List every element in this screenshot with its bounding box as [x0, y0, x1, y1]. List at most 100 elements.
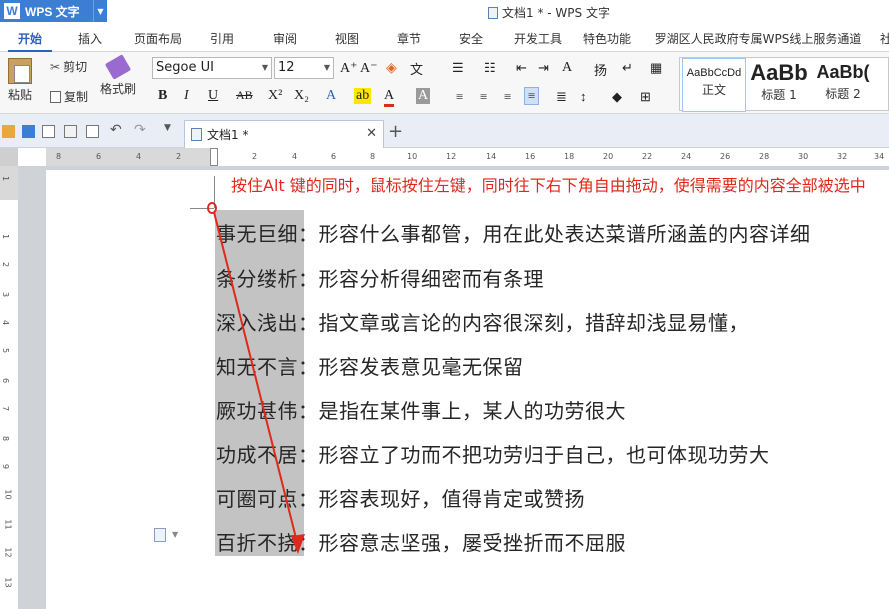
ruler-tick: 20 — [603, 152, 614, 161]
ribbon-home: 粘贴 ✂ 剪切 复制 格式刷 Segoe UI ▼ 12 ▼ A⁺ A⁻ ◈ 文… — [0, 52, 889, 114]
ruler-tick: 8 — [370, 152, 376, 161]
style-normal[interactable]: AaBbCcDd 正文 — [682, 58, 746, 112]
ruler-tick: 10 — [407, 152, 418, 161]
align-right-icon[interactable]: ≡ — [504, 89, 511, 105]
style-heading-1-sample: AaBb — [750, 60, 808, 85]
tab-service-channel[interactable]: 罗湖区人民政府专属WPS线上服务通道 — [650, 26, 866, 52]
ruler-tick: 32 — [837, 152, 848, 161]
print-icon[interactable] — [64, 125, 77, 138]
ruler-tick: 12 — [3, 547, 13, 558]
chinese-layout-icon[interactable]: A — [562, 60, 572, 76]
phonetic-icon[interactable]: 文 — [410, 59, 423, 78]
text-effect-icon[interactable]: A — [326, 88, 336, 104]
tab-view[interactable]: 视图 — [325, 26, 369, 52]
indent-marker-icon[interactable] — [210, 148, 218, 166]
undo-icon[interactable]: ↶ — [110, 122, 123, 138]
sort-icon[interactable]: 扬 — [594, 60, 607, 79]
tab-review[interactable]: 审阅 — [263, 26, 307, 52]
tab-developer[interactable]: 开发工具 — [509, 26, 567, 52]
superscript-icon[interactable]: X² — [268, 88, 282, 104]
grow-font-icon[interactable]: A⁺ — [340, 60, 358, 77]
align-left-icon[interactable]: ≡ — [456, 89, 463, 105]
char-shading-icon[interactable]: A — [416, 88, 431, 104]
ruler-tick: 10 — [3, 489, 13, 500]
ruler-tick: 12 — [446, 152, 457, 161]
paste-button[interactable]: 粘贴 — [8, 58, 32, 103]
shrink-font-icon[interactable]: A⁻ — [360, 60, 378, 77]
bullets-icon[interactable]: ☰ — [452, 60, 464, 76]
show-marks-icon[interactable]: ↵ — [622, 60, 633, 76]
ruler-tick: 1 — [1, 175, 11, 182]
new-tab-icon[interactable]: + — [388, 121, 403, 142]
ruler-tick: 9 — [1, 463, 11, 470]
vertical-ruler[interactable]: 1 1 2 3 4 5 6 7 8 9 10 11 12 13 — [0, 166, 18, 609]
font-size-select[interactable]: 12 ▼ — [274, 57, 334, 79]
doc-tab[interactable]: 文档1 * ✕ — [184, 120, 384, 148]
tab-special[interactable]: 特色功能 — [578, 26, 636, 52]
cut-button[interactable]: ✂ 剪切 — [50, 58, 87, 75]
redo-icon[interactable]: ↷ — [134, 122, 147, 138]
subscript-icon[interactable]: X₂ — [294, 88, 309, 104]
open-folder-icon[interactable] — [2, 125, 15, 138]
cut-label: 剪切 — [63, 60, 88, 74]
align-center-icon[interactable]: ≡ — [480, 89, 487, 105]
format-painter-button[interactable]: 格式刷 — [100, 54, 136, 97]
ribbon-tabs: 开始 插入 页面布局 引用 审阅 视图 章节 安全 开发工具 特色功能 罗湖区人… — [0, 26, 889, 52]
ruler-tick: 2 — [1, 261, 11, 268]
line-spacing-icon[interactable]: ↕ — [580, 89, 587, 105]
horizontal-ruler[interactable]: 8 6 4 2 2 4 6 8 10 12 14 16 18 20 22 24 … — [46, 148, 889, 166]
style-normal-name: 正文 — [701, 83, 726, 97]
tab-references[interactable]: 引用 — [200, 26, 244, 52]
strikethrough-icon[interactable]: AB — [236, 88, 253, 103]
style-heading-1[interactable]: AaBb 标题 1 — [748, 58, 810, 112]
ruler-tick: 3 — [1, 291, 11, 298]
close-icon[interactable]: ✕ — [366, 126, 377, 141]
paste-label: 粘贴 — [8, 88, 33, 102]
numbering-icon[interactable]: ☷ — [484, 60, 496, 76]
ruler-tick: 4 — [1, 319, 11, 326]
document-page[interactable]: 事无巨细：形容什么事都管，用在此处表达菜谱所涵盖的内容详细 条分缕析：形容分析得… — [46, 170, 889, 609]
distributed-icon[interactable]: ≣ — [556, 89, 567, 105]
save-icon[interactable] — [22, 125, 35, 138]
print-preview-icon[interactable] — [86, 125, 99, 138]
ruler-tick: 2 — [252, 152, 258, 161]
copy-button[interactable]: 复制 — [50, 88, 88, 105]
font-name-select[interactable]: Segoe UI ▼ — [152, 57, 272, 79]
highlight-icon[interactable]: ab — [354, 88, 372, 104]
style-heading-2[interactable]: AaBb( 标题 2 — [812, 58, 874, 112]
font-name-value: Segoe UI — [156, 60, 214, 75]
chevron-down-icon: ▼ — [261, 63, 268, 72]
window-title-text: 文档1 * - WPS 文字 — [502, 6, 610, 20]
underline-icon[interactable]: U — [208, 88, 218, 104]
justify-icon[interactable]: ≡ — [524, 87, 540, 105]
ruler-tick: 18 — [564, 152, 575, 161]
ruler-tick: 14 — [486, 152, 497, 161]
increase-indent-icon[interactable]: ⇥ — [538, 60, 549, 76]
chevron-down-icon[interactable]: ▼ — [93, 0, 107, 22]
shading-icon[interactable]: ◆ — [612, 89, 622, 105]
tab-section[interactable]: 章节 — [387, 26, 431, 52]
scissors-icon: ✂ — [50, 59, 61, 74]
drag-arrow — [213, 211, 305, 554]
bold-icon[interactable]: B — [158, 88, 167, 104]
quick-access-bar: ↶ ↷ ▼ 文档1 * ✕ + — [0, 114, 889, 148]
customize-caret-icon[interactable]: ▼ — [164, 123, 177, 136]
decrease-indent-icon[interactable]: ⇤ — [516, 60, 527, 76]
ruler-tick: 24 — [681, 152, 692, 161]
ruler-tick: 28 — [759, 152, 770, 161]
ruler-tick: 6 — [1, 377, 11, 384]
font-color-icon[interactable]: A — [384, 88, 395, 107]
ruler-corner — [0, 148, 18, 166]
table-icon[interactable]: ▦ — [650, 60, 662, 76]
tab-insert[interactable]: 插入 — [68, 26, 112, 52]
borders-icon[interactable]: ⊞ — [640, 89, 651, 105]
tab-home[interactable]: 开始 — [8, 26, 52, 52]
tab-more[interactable]: 社 — [876, 26, 889, 52]
italic-icon[interactable]: I — [184, 88, 189, 104]
clear-format-icon[interactable]: ◈ — [386, 60, 397, 77]
export-pdf-icon[interactable] — [42, 125, 55, 138]
wps-window: W WPS 文字 ▼ 文档1 * - WPS 文字 开始 插入 页面布局 引用 … — [0, 0, 889, 609]
tab-page-layout[interactable]: 页面布局 — [128, 26, 188, 52]
tab-security[interactable]: 安全 — [449, 26, 493, 52]
app-menu-button[interactable]: W WPS 文字 ▼ — [0, 0, 107, 22]
